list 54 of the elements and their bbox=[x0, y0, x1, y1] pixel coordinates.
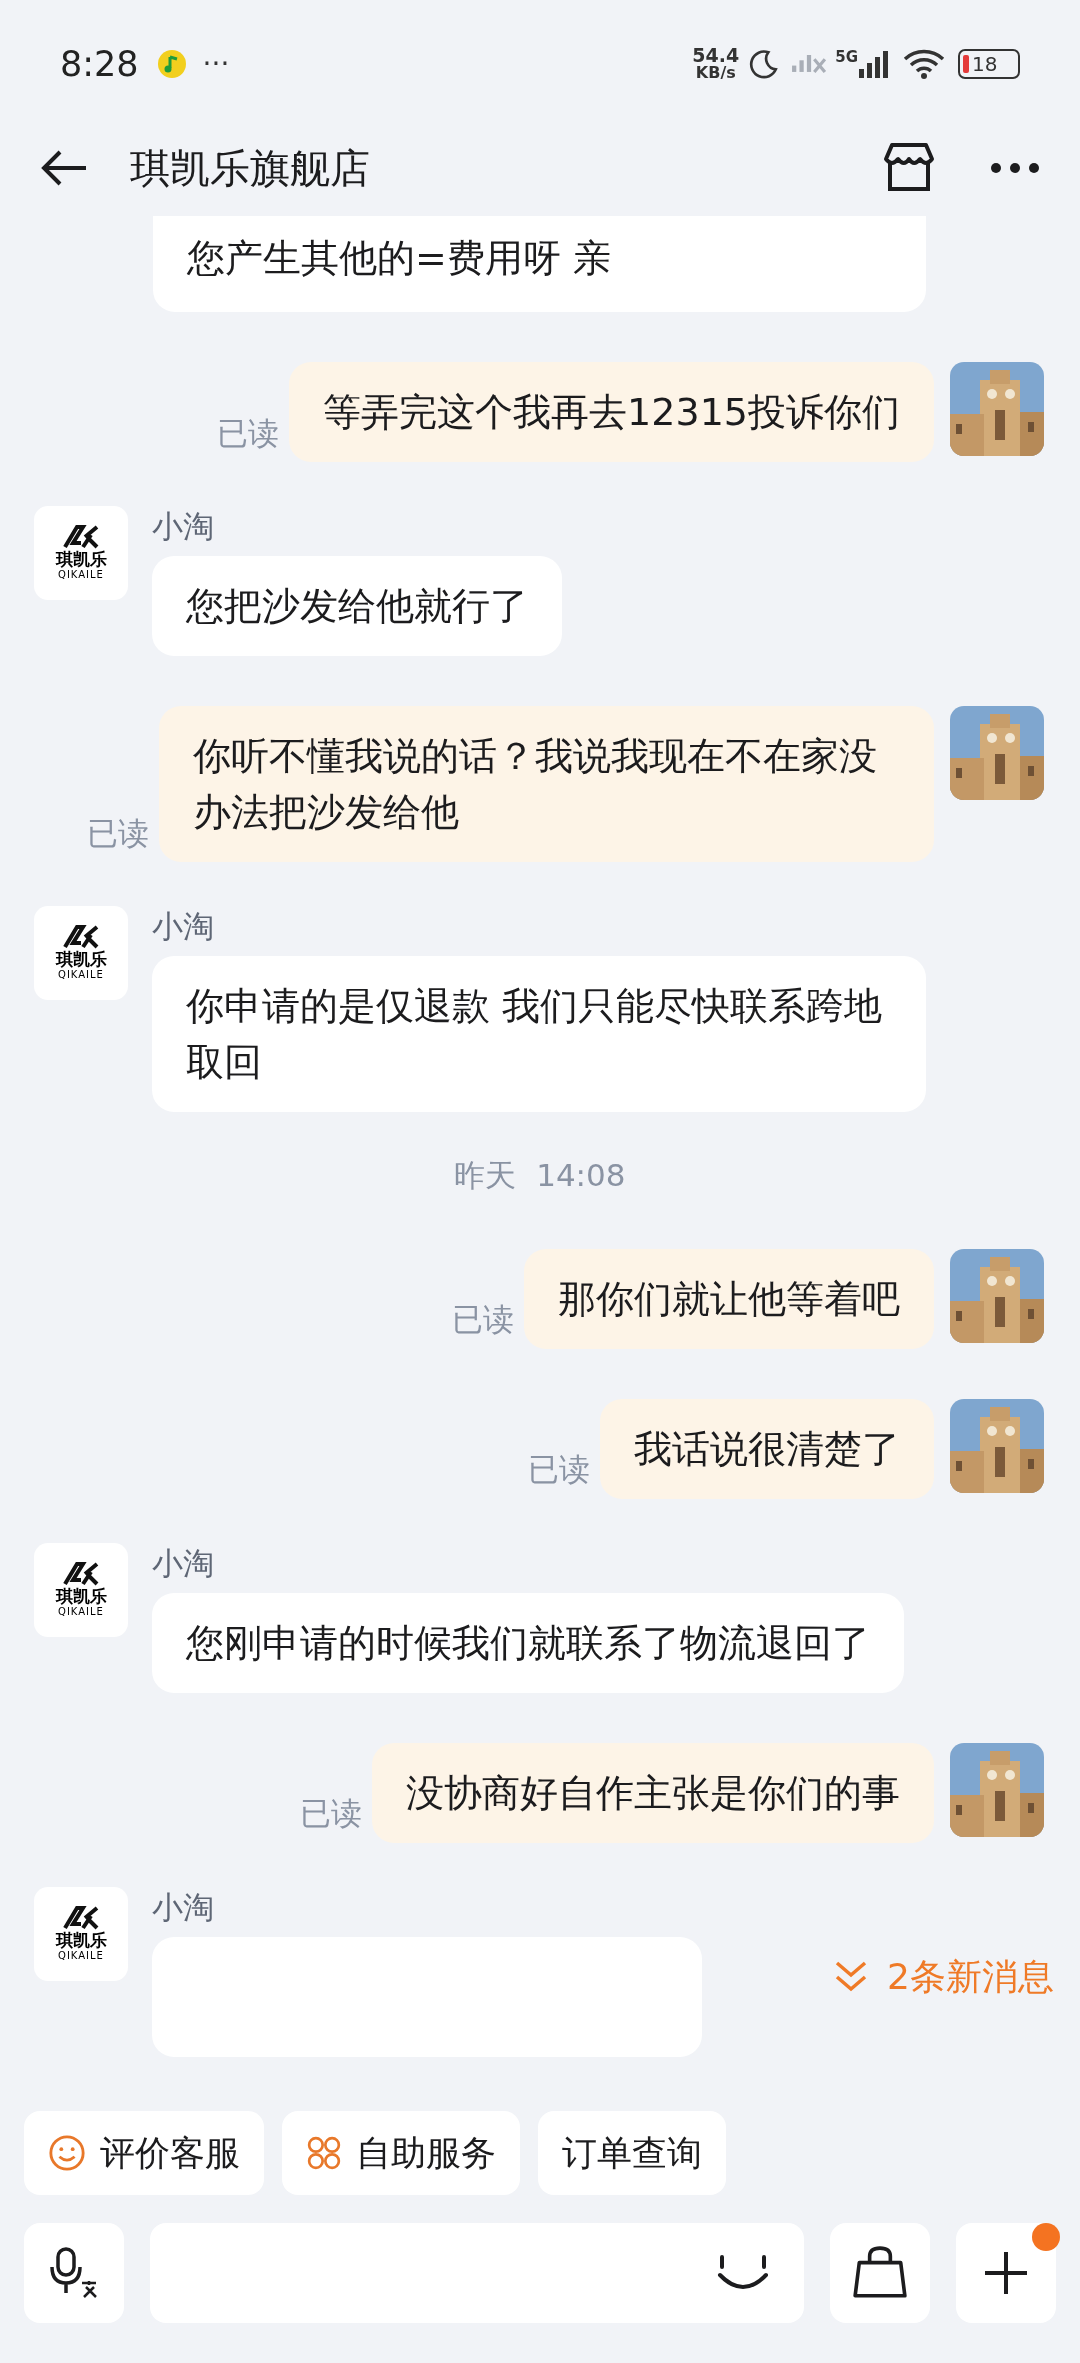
battery-level: 18 bbox=[972, 54, 998, 74]
logo-subtext: QIKAILE bbox=[58, 1949, 104, 1962]
battery-fill bbox=[963, 55, 969, 73]
quick-action-button[interactable]: 订单查询 bbox=[538, 2111, 726, 2195]
received-bubble: 您把沙发给他就行了 bbox=[152, 556, 562, 656]
shopping-bag-button[interactable] bbox=[830, 2223, 930, 2323]
logo-icon bbox=[61, 925, 101, 949]
signal-icon bbox=[858, 49, 890, 79]
logo-text: 琪凯乐 bbox=[55, 1585, 107, 1606]
read-status: 已读 bbox=[452, 1300, 514, 1339]
wifi-icon bbox=[902, 48, 946, 80]
logo-icon bbox=[61, 525, 101, 549]
sent-bubble: 等弄完这个我再去12315投诉你们 bbox=[289, 362, 934, 462]
net-speed-value: 54.4 bbox=[692, 46, 740, 64]
more-icon[interactable] bbox=[990, 162, 1040, 174]
sent-bubble: 我话说很清楚了 bbox=[600, 1398, 934, 1499]
logo-text: 琪凯乐 bbox=[55, 949, 107, 969]
sender-name: 小淘 bbox=[152, 1543, 214, 1583]
voice-input-button[interactable] bbox=[24, 2223, 124, 2323]
moon-icon bbox=[747, 48, 780, 80]
smiley-icon bbox=[48, 2134, 86, 2172]
music-app-icon bbox=[156, 49, 187, 79]
clock: 8:28 bbox=[60, 42, 139, 86]
logo-text: 琪凯乐 bbox=[55, 549, 107, 569]
logo-text: 琪凯乐 bbox=[55, 1929, 107, 1950]
sent-bubble: 那你们就让他等着吧 bbox=[524, 1248, 934, 1349]
grid-icon bbox=[306, 2135, 342, 2171]
logo-subtext: QIKAILE bbox=[58, 569, 104, 581]
read-status: 已读 bbox=[528, 1450, 590, 1489]
logo-subtext: QIKAILE bbox=[58, 969, 104, 981]
sender-name: 小淘 bbox=[152, 907, 214, 946]
sent-bubble: 没协商好自作主张是你们的事 bbox=[372, 1742, 934, 1843]
shop-title: 琪凯乐旗舰店 bbox=[130, 144, 370, 193]
sender-name: 小淘 bbox=[152, 1887, 214, 1927]
new-messages-text: 2条新消息 bbox=[887, 1955, 1054, 1999]
no-signal-icon bbox=[791, 55, 828, 73]
logo-icon bbox=[61, 1561, 101, 1586]
sender-name: 小淘 bbox=[152, 507, 214, 546]
sent-bubble: 你听不懂我说的话？我说我现在不在家没办法把沙发给他 bbox=[159, 706, 934, 862]
logo-subtext: QIKAILE bbox=[58, 1605, 104, 1618]
received-bubble: 您产生其他的=费用呀 亲 bbox=[153, 216, 926, 312]
received-bubble: 您刚申请的时候我们就联系了物流退回了 bbox=[152, 1592, 904, 1693]
timestamp: 昨天 14:08 bbox=[454, 1156, 626, 1195]
read-status: 已读 bbox=[87, 813, 149, 853]
read-status: 已读 bbox=[217, 413, 280, 453]
quick-action-button[interactable]: 自助服务 bbox=[282, 2111, 520, 2195]
message-input-field[interactable] bbox=[150, 2223, 804, 2323]
logo-icon bbox=[61, 1905, 101, 1930]
network-type: 5G bbox=[835, 49, 858, 65]
read-status: 已读 bbox=[300, 1794, 362, 1833]
more-notifications: ··· bbox=[202, 46, 230, 82]
net-speed-unit: KB/s bbox=[695, 64, 736, 82]
received-bubble: 你申请的是仅退款 我们只能尽快联系跨地取回 bbox=[152, 956, 926, 1112]
quick-action-button[interactable]: 评价客服 bbox=[24, 2111, 264, 2195]
